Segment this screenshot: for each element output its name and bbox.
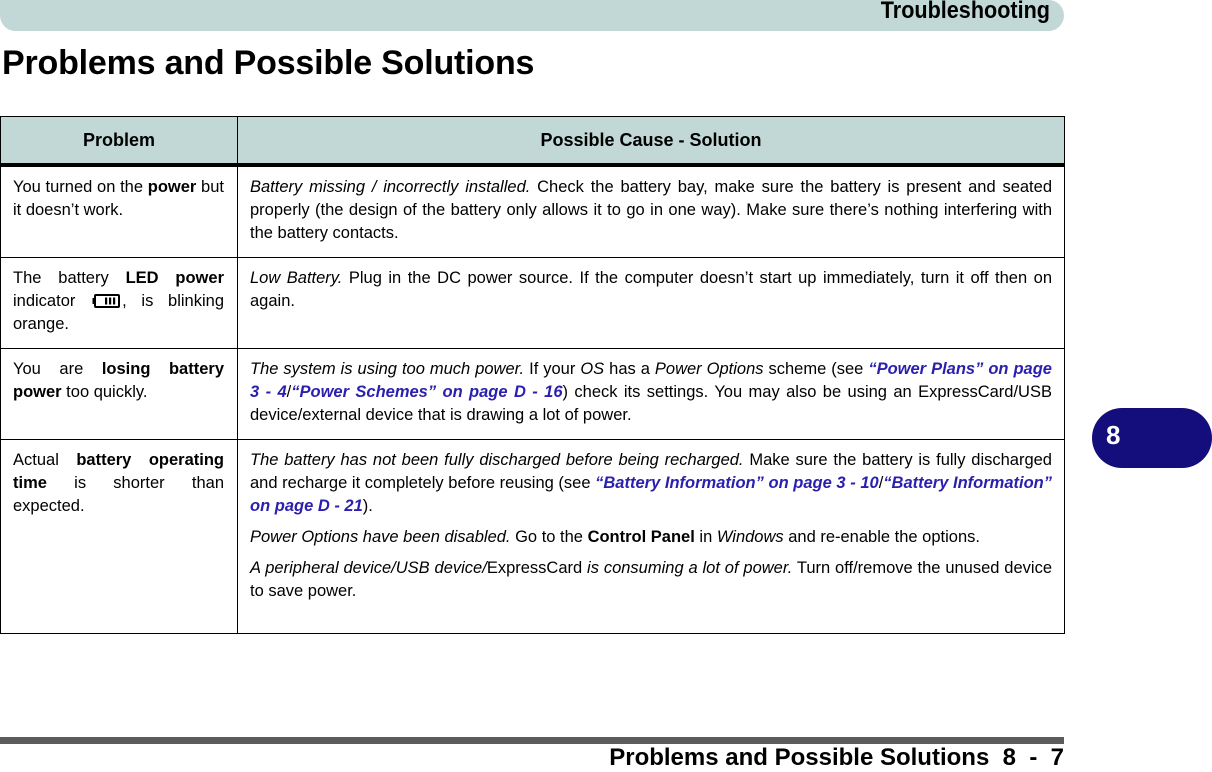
cause-text: is consuming a lot of power. bbox=[582, 559, 793, 577]
column-header-problem: Problem bbox=[0, 116, 238, 167]
problem-keyword: power bbox=[147, 178, 197, 196]
table-row: You turned on the power but it doesn’t w… bbox=[0, 164, 1065, 258]
solution-text: Plug in the DC power source. If the comp… bbox=[250, 269, 1052, 310]
chapter-header-band: Troubleshooting bbox=[0, 0, 1064, 31]
chapter-tab-number: 8 bbox=[1106, 420, 1121, 450]
power-options-term: Power Options bbox=[654, 360, 764, 378]
solution-paragraph: Power Options have been disabled. Go to … bbox=[250, 526, 1052, 549]
problem-text: indicator bbox=[13, 292, 91, 310]
table-row: Actual battery operating time is shorter… bbox=[0, 439, 1065, 634]
footer-divider bbox=[0, 737, 1064, 744]
solution-text: If your bbox=[524, 360, 581, 378]
problem-cell: The battery LED power indicator , is bli… bbox=[0, 257, 238, 349]
chapter-tab: 8 bbox=[1092, 408, 1212, 468]
table-row: You are losing battery power too quickly… bbox=[0, 348, 1065, 440]
chapter-title: Troubleshooting bbox=[880, 0, 1050, 24]
problem-text: You are bbox=[13, 360, 102, 378]
problem-cell: Actual battery operating time is shorter… bbox=[0, 439, 238, 634]
problem-text: too quickly. bbox=[61, 383, 148, 401]
problem-keyword: LED power bbox=[125, 269, 224, 287]
problems-table: Problem Possible Cause - Solution You tu… bbox=[0, 116, 1065, 634]
solution-cell: Low Battery. Plug in the DC power source… bbox=[237, 257, 1065, 349]
column-header-solution: Possible Cause - Solution bbox=[237, 116, 1065, 167]
cause-text: Low Battery. bbox=[250, 269, 343, 287]
solution-text: has a bbox=[604, 360, 655, 378]
cause-text: A peripheral device/USB device/ bbox=[250, 559, 487, 577]
control-panel-term: Control Panel bbox=[587, 528, 695, 546]
problem-cell: You turned on the power but it doesn’t w… bbox=[0, 164, 238, 258]
solution-paragraph: A peripheral device/USB device/ExpressCa… bbox=[250, 557, 1052, 603]
os-term: OS bbox=[580, 360, 605, 378]
problem-text: You turned on the bbox=[13, 178, 148, 196]
solution-paragraph: The battery has not been fully discharge… bbox=[250, 449, 1052, 518]
expresscard-term: ExpressCard bbox=[486, 559, 583, 577]
solution-cell: Battery missing / incorrectly installed.… bbox=[237, 164, 1065, 258]
solution-text: scheme (see bbox=[763, 360, 869, 378]
cause-text: The system is using too much power. bbox=[250, 360, 525, 378]
problem-cell: You are losing battery power too quickly… bbox=[0, 348, 238, 440]
cause-text: The battery has not been fully discharge… bbox=[250, 451, 744, 469]
windows-term: Windows bbox=[716, 528, 784, 546]
solution-text: Go to the bbox=[510, 528, 588, 546]
solution-text: in bbox=[694, 528, 717, 546]
solution-cell: The battery has not been fully discharge… bbox=[237, 439, 1065, 634]
power-schemes-link[interactable]: “Power Schemes” on page D - 16 bbox=[291, 383, 562, 401]
battery-information-link-3-10[interactable]: “Battery Information” on page 3 - 10 bbox=[595, 474, 879, 492]
cause-text: Battery missing / incorrectly installed. bbox=[250, 178, 531, 196]
cause-text: Power Options have been disabled. bbox=[250, 528, 511, 546]
table-header-row: Problem Possible Cause - Solution bbox=[0, 116, 1065, 167]
page-title: Problems and Possible Solutions bbox=[2, 44, 535, 82]
solution-cell: The system is using too much power. If y… bbox=[237, 348, 1065, 440]
problem-text: The battery bbox=[13, 269, 126, 287]
table-row: The battery LED power indicator , is bli… bbox=[0, 257, 1065, 349]
solution-text: and re-enable the options. bbox=[783, 528, 980, 546]
solution-text: ). bbox=[362, 497, 373, 515]
battery-icon bbox=[92, 294, 121, 308]
problem-text: Actual bbox=[13, 451, 77, 469]
